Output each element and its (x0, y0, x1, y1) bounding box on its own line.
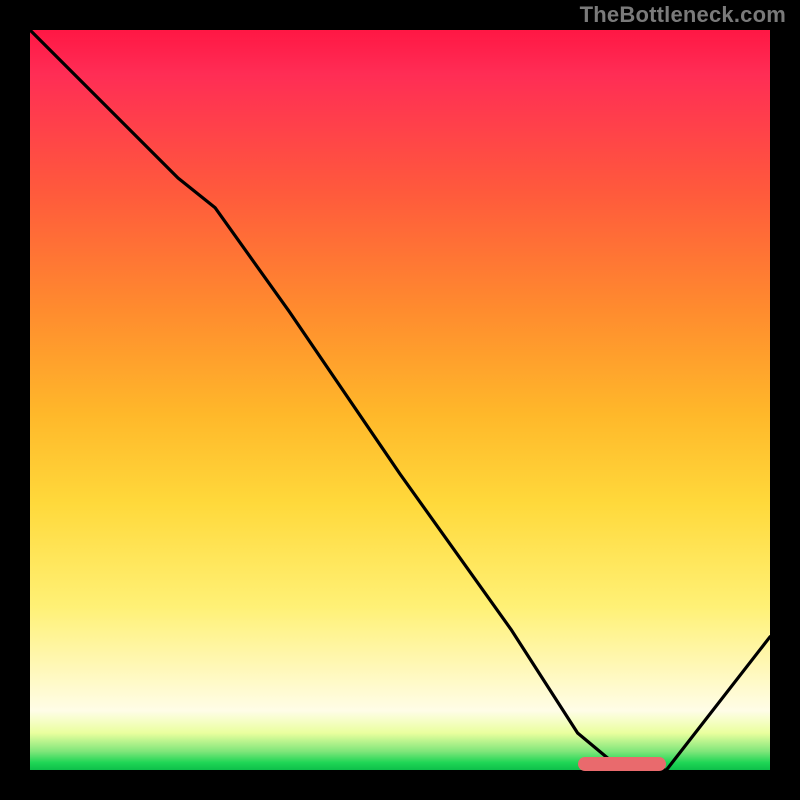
optimal-range-marker (578, 757, 667, 771)
watermark-text: TheBottleneck.com (580, 2, 786, 28)
bottleneck-curve-svg (30, 30, 770, 770)
chart-stage: TheBottleneck.com (0, 0, 800, 800)
bottleneck-curve-path (30, 30, 770, 770)
